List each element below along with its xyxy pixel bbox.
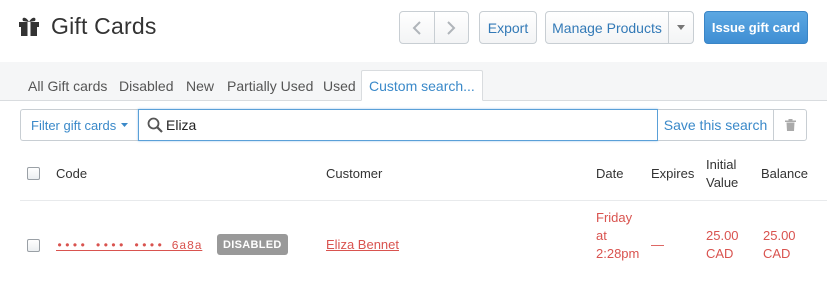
- page-header: Gift Cards Export Manage Products Issue …: [0, 0, 827, 62]
- initial-value-cell: 25.00 CAD: [706, 228, 739, 261]
- gift-icon: [19, 17, 39, 36]
- manage-products-button[interactable]: Manage Products: [545, 11, 669, 44]
- balance-cell: 25.00 CAD: [763, 228, 796, 261]
- column-header-code[interactable]: Code: [56, 165, 87, 183]
- next-button[interactable]: [433, 12, 469, 43]
- delete-search-button[interactable]: [773, 109, 807, 141]
- trash-icon: [784, 119, 796, 131]
- search-box: [138, 109, 658, 141]
- gift-card-code-link[interactable]: •••• •••• •••• 6a8a: [56, 239, 202, 253]
- row-checkbox[interactable]: [27, 239, 40, 252]
- tab-partially-used[interactable]: Partially Used: [220, 70, 320, 101]
- status-badge: DISABLED: [217, 234, 288, 255]
- column-header-customer[interactable]: Customer: [326, 165, 382, 183]
- save-search-button[interactable]: Save this search: [658, 109, 774, 141]
- caret-down-icon: [121, 123, 129, 127]
- caret-down-icon: [677, 25, 685, 30]
- chevron-right-icon: [447, 20, 456, 35]
- customer-link[interactable]: Eliza Bennet: [326, 237, 399, 252]
- tab-used[interactable]: Used: [316, 70, 363, 101]
- filter-bar: Filter gift cards Save this search: [20, 109, 807, 141]
- search-input[interactable]: [166, 110, 646, 140]
- date-cell: Friday at 2:28pm: [596, 210, 640, 261]
- column-header-date[interactable]: Date: [596, 165, 623, 183]
- column-header-initial-value[interactable]: Initial Value: [706, 156, 750, 192]
- column-header-expires[interactable]: Expires: [651, 165, 694, 183]
- previous-button[interactable]: [400, 12, 434, 43]
- tab-new[interactable]: New: [179, 70, 221, 101]
- manage-products-dropdown-button[interactable]: [668, 11, 694, 44]
- customer-cell: Eliza Bennet: [326, 236, 399, 254]
- filter-label: Filter gift cards: [31, 117, 117, 133]
- pager: [399, 11, 469, 44]
- search-icon: [147, 117, 163, 133]
- filter-gift-cards-button[interactable]: Filter gift cards: [20, 109, 139, 141]
- select-all-checkbox[interactable]: [27, 167, 40, 180]
- gift-card-code[interactable]: •••• •••• •••• 6a8a: [56, 236, 202, 255]
- row-divider: [20, 200, 827, 201]
- chevron-left-icon: [412, 20, 421, 35]
- tab-disabled[interactable]: Disabled: [112, 70, 180, 101]
- column-header-balance[interactable]: Balance: [761, 165, 808, 183]
- export-button[interactable]: Export: [479, 11, 537, 44]
- page-title: Gift Cards: [51, 13, 157, 39]
- expires-cell: —: [651, 237, 664, 252]
- tab-custom-search[interactable]: Custom search...: [361, 70, 483, 101]
- issue-gift-card-button[interactable]: Issue gift card: [704, 11, 808, 44]
- tab-all-gift-cards[interactable]: All Gift cards: [21, 70, 114, 101]
